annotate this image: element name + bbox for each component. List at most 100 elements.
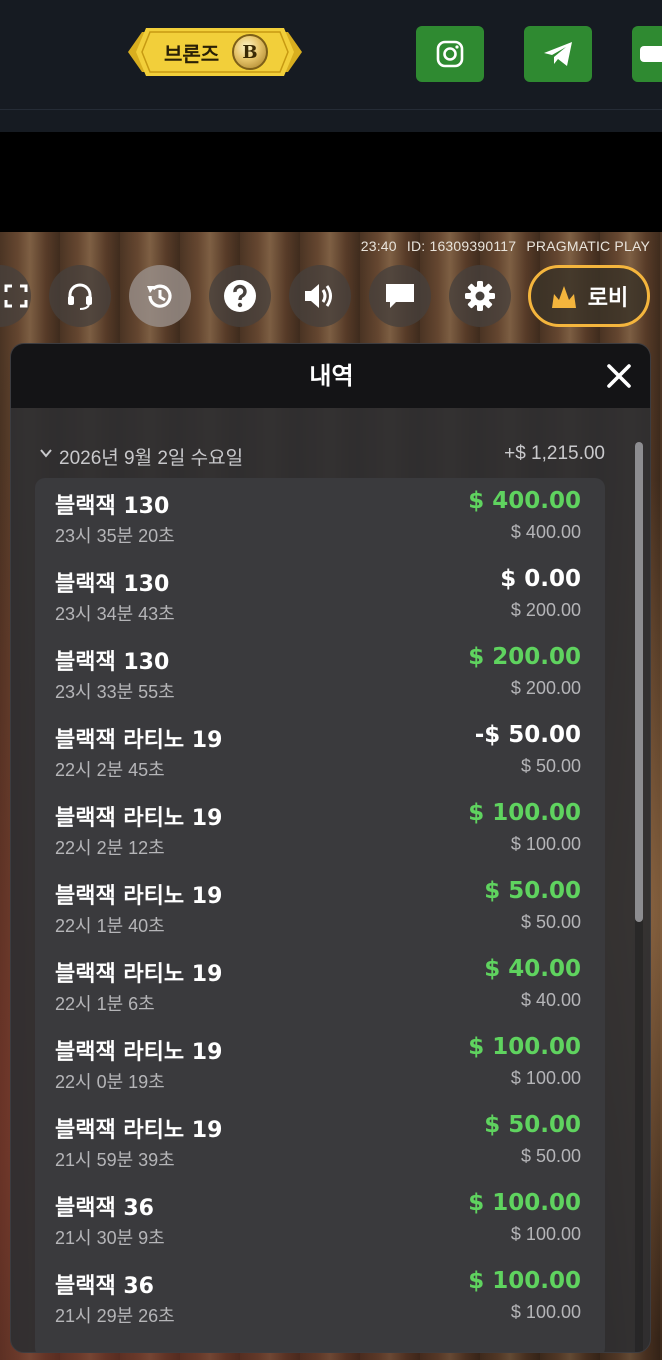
- date-total: +$ 1,215.00: [504, 443, 605, 464]
- row-game-name: 블랙잭 라티노 19: [55, 962, 223, 987]
- history-row[interactable]: 블랙잭 라티노 19 22시 2분 45초 -$ 50.00 $ 50.00: [35, 712, 605, 790]
- history-row[interactable]: 블랙잭 라티노 19 22시 1분 6초 $ 40.00 $ 40.00: [35, 946, 605, 1024]
- history-row[interactable]: 블랙잭 라티노 19 21시 59분 39초 $ 50.00 $ 50.00: [35, 1102, 605, 1180]
- instagram-button[interactable]: [416, 26, 484, 82]
- scrollbar[interactable]: [635, 442, 643, 1352]
- history-button[interactable]: [129, 265, 191, 327]
- rank-label: 브론즈: [164, 42, 220, 66]
- history-list: 블랙잭 130 23시 35분 20초 $ 400.00 $ 400.00 블랙잭 13…: [35, 478, 605, 1352]
- youtube-button[interactable]: [632, 26, 662, 82]
- history-row[interactable]: 블랙잭 36 21시 30분 9초 $ 100.00 $ 100.00: [35, 1180, 605, 1258]
- row-game-name: 블랙잭 130: [55, 572, 170, 597]
- row-result: $ 50.00: [484, 878, 581, 904]
- stream-info: 23:40 ID: 16309390117 PRAGMATIC PLAY: [355, 238, 650, 254]
- fullscreen-icon: [4, 284, 28, 308]
- game-area: 23:40 ID: 16309390117 PRAGMATIC PLAY 로비 …: [0, 232, 662, 1360]
- row-time: 22시 1분 6초: [55, 994, 155, 1014]
- row-game-name: 블랙잭 36: [55, 1274, 154, 1299]
- chevron-down-icon: [40, 449, 52, 458]
- video-letterbox: [0, 132, 662, 232]
- row-bet: $ 100.00: [510, 834, 581, 854]
- rank-coin: B: [232, 34, 268, 70]
- row-game-name: 블랙잭 36: [55, 1196, 154, 1221]
- lobby-crown-icon: [551, 286, 576, 308]
- row-time: 22시 2분 45초: [55, 760, 165, 780]
- row-result: -$ 50.00: [474, 722, 581, 748]
- row-result: $ 400.00: [468, 488, 581, 514]
- row-time: 21시 30분 9초: [55, 1228, 165, 1248]
- history-row[interactable]: 블랙잭 라티노 19 22시 1분 40초 $ 50.00 $ 50.00: [35, 868, 605, 946]
- row-bet: $ 200.00: [510, 678, 581, 698]
- row-bet: $ 50.00: [520, 1146, 581, 1166]
- date-group-header[interactable]: 2026년 9월 2일 수요일 +$ 1,215.00: [39, 443, 605, 469]
- row-game-name: 블랙잭 라티노 19: [55, 884, 223, 909]
- row-time: 22시 2분 12초: [55, 838, 165, 858]
- history-title: 내역: [309, 362, 354, 390]
- history-row[interactable]: 블랙잭 130 23시 34분 43초 $ 0.00 $ 200.00: [35, 556, 605, 634]
- telegram-icon: [544, 42, 572, 66]
- row-time: 22시 1분 40초: [55, 916, 165, 936]
- row-game-name: 블랙잭 130: [55, 650, 170, 675]
- settings-button[interactable]: [449, 265, 511, 327]
- row-result: $ 0.00: [500, 566, 581, 592]
- close-icon: [607, 364, 631, 388]
- row-result: $ 40.00: [484, 956, 581, 982]
- row-result: $ 100.00: [468, 1268, 581, 1294]
- history-row[interactable]: 블랙잭 130 23시 33분 55초 $ 200.00 $ 200.00: [35, 634, 605, 712]
- row-game-name: 블랙잭 라티노 19: [55, 728, 223, 753]
- history-icon: [147, 284, 172, 308]
- history-row[interactable]: 블랙잭 라티노 19 22시 2분 12초 $ 100.00 $ 100.00: [35, 790, 605, 868]
- history-row[interactable]: 블랙잭 라티노 19 22시 0분 19초 $ 100.00 $ 100.00: [35, 1024, 605, 1102]
- stream-provider: PRAGMATIC PLAY: [526, 238, 650, 254]
- row-time: 22시 0분 19초: [55, 1072, 165, 1092]
- date-label: 2026년 9월 2일 수요일: [59, 448, 244, 469]
- history-panel-header: 내역: [11, 344, 650, 408]
- row-bet: $ 100.00: [510, 1068, 581, 1088]
- help-icon: [224, 280, 256, 312]
- settings-gear-icon: [465, 281, 495, 311]
- row-bet: $ 400.00: [510, 522, 581, 542]
- sound-icon: [305, 284, 332, 308]
- instagram-icon: [436, 40, 464, 68]
- sound-button[interactable]: [289, 265, 351, 327]
- help-button[interactable]: [209, 265, 271, 327]
- history-row[interactable]: 블랙잭 130 23시 35분 20초 $ 400.00 $ 400.00: [35, 478, 605, 556]
- row-result: $ 100.00: [468, 800, 581, 826]
- stream-id: ID: 16309390117: [406, 238, 517, 254]
- row-bet: $ 50.00: [520, 912, 581, 932]
- row-time: 21시 29분 26초: [55, 1306, 175, 1326]
- chat-icon: [386, 284, 414, 308]
- telegram-button[interactable]: [524, 26, 592, 82]
- row-result: $ 100.00: [468, 1190, 581, 1216]
- history-panel: 내역 2026년 9월 2일 수요일 +$ 1,215.00 블랙잭 130 23…: [10, 343, 651, 1353]
- row-bet: $ 200.00: [510, 600, 581, 620]
- row-time: 21시 59분 39초: [55, 1150, 175, 1170]
- support-button[interactable]: [49, 265, 111, 327]
- youtube-icon: [640, 46, 662, 62]
- row-time: 23시 33분 55초: [55, 682, 175, 702]
- scrollbar-thumb[interactable]: [635, 442, 643, 922]
- row-bet: $ 50.00: [520, 756, 581, 776]
- rank-badge[interactable]: 브론즈 B: [128, 24, 302, 80]
- row-result: $ 100.00: [468, 1034, 581, 1060]
- stream-time: 23:40: [360, 238, 397, 254]
- row-result: $ 50.00: [484, 1112, 581, 1138]
- close-button[interactable]: [606, 363, 632, 389]
- row-bet: $ 100.00: [510, 1302, 581, 1322]
- support-headset-icon: [68, 283, 92, 310]
- top-header: 브론즈 B: [0, 0, 662, 110]
- row-game-name: 블랙잭 라티노 19: [55, 806, 223, 831]
- row-game-name: 블랙잭 라티노 19: [55, 1118, 223, 1143]
- row-time: 23시 34분 43초: [55, 604, 175, 624]
- row-time: 23시 35분 20초: [55, 526, 175, 546]
- row-game-name: 블랙잭 130: [55, 494, 170, 519]
- row-result: $ 200.00: [468, 644, 581, 670]
- row-bet: $ 100.00: [510, 1224, 581, 1244]
- row-bet: $ 40.00: [520, 990, 581, 1010]
- chat-button[interactable]: [369, 265, 431, 327]
- row-game-name: 블랙잭 라티노 19: [55, 1040, 223, 1065]
- lobby-button[interactable]: 로비: [528, 265, 650, 327]
- history-row[interactable]: 블랙잭 36 21시 29분 26초 $ 100.00 $ 100.00: [35, 1258, 605, 1336]
- lobby-label: 로비: [587, 286, 629, 311]
- header-strip: [0, 110, 662, 132]
